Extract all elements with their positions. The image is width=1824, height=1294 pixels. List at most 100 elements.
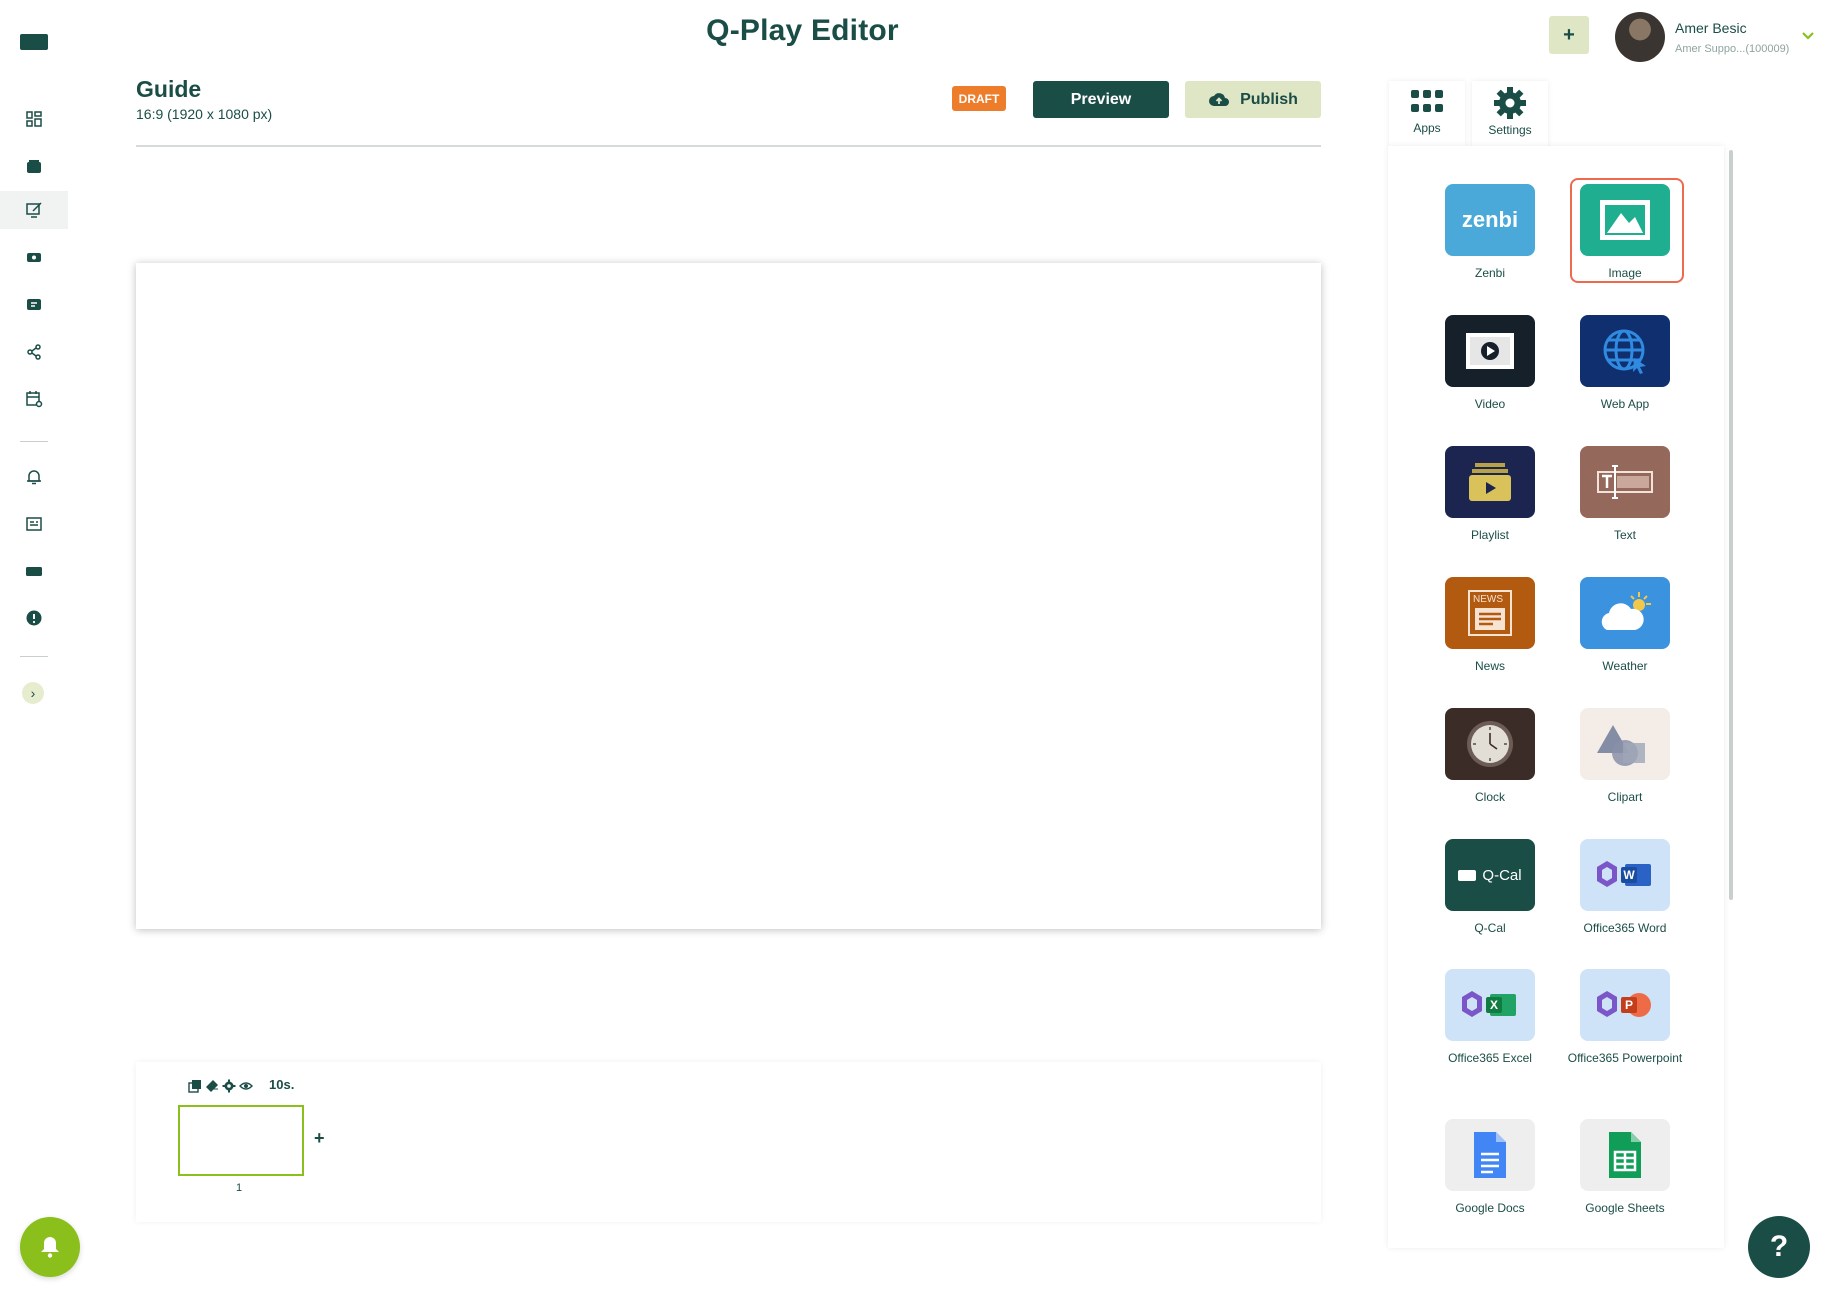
share-icon[interactable] <box>0 333 68 371</box>
globe-icon <box>1580 315 1670 387</box>
duplicate-icon[interactable] <box>188 1079 202 1093</box>
app-weather[interactable]: Weather <box>1565 577 1685 676</box>
tab-label: Settings <box>1488 123 1532 137</box>
app-office365-word[interactable]: W Office365 Word <box>1565 839 1685 938</box>
user-org[interactable]: Amer Suppo...(100009) <box>1675 43 1789 55</box>
svg-text:P: P <box>1625 998 1633 1012</box>
q-cal-icon: Q-Cal <box>1445 839 1535 911</box>
app-clipart[interactable]: Clipart <box>1565 708 1685 807</box>
chevron-down-icon[interactable] <box>1801 28 1815 44</box>
app-label: Playlist <box>1470 528 1509 542</box>
cloud-upload-icon <box>1209 92 1230 106</box>
clock-icon <box>1445 708 1535 780</box>
divider <box>20 441 48 442</box>
zenbi-icon: zenbi <box>1445 184 1535 256</box>
app-zenbi[interactable]: zenbi Zenbi <box>1430 184 1550 283</box>
app-label: Clock <box>1474 790 1505 804</box>
app-office365-excel[interactable]: X Office365 Excel <box>1430 969 1550 1068</box>
app-web-app[interactable]: Web App <box>1565 315 1685 414</box>
status-badge: DRAFT <box>952 86 1006 111</box>
app-q-cal[interactable]: Q-Cal Q-Cal <box>1430 839 1550 938</box>
playlists-icon[interactable] <box>0 285 68 323</box>
scrollbar[interactable] <box>1729 150 1733 900</box>
preview-button[interactable]: Preview <box>1033 81 1169 118</box>
video-icon <box>1445 315 1535 387</box>
apps-panel <box>1388 146 1724 1248</box>
slide-duration[interactable]: 10s. <box>269 1077 294 1092</box>
add-slide-button[interactable]: + <box>314 1128 325 1149</box>
user-name[interactable]: Amer Besic <box>1675 20 1747 36</box>
app-label: Weather <box>1602 659 1648 673</box>
left-sidebar <box>0 0 68 1294</box>
app-label: Video <box>1474 397 1506 411</box>
app-clock[interactable]: Clock <box>1430 708 1550 807</box>
tab-settings[interactable]: Settings <box>1472 81 1548 147</box>
app-label: News <box>1474 659 1505 673</box>
app-video[interactable]: Video <box>1430 315 1550 414</box>
app-label: Text <box>1613 528 1636 542</box>
divider <box>20 656 48 657</box>
app-label: Office365 Excel <box>1448 1051 1532 1065</box>
clipart-icon <box>1580 708 1670 780</box>
slide-number: 1 <box>236 1182 243 1194</box>
google-sheets-icon <box>1580 1119 1670 1191</box>
divider <box>136 145 1321 147</box>
app-label: Clipart <box>1607 790 1643 804</box>
app-google-sheets[interactable]: Google Sheets <box>1565 1119 1685 1218</box>
tab-apps[interactable]: Apps <box>1389 81 1465 147</box>
app-text[interactable]: Text <box>1565 446 1685 545</box>
info-icon[interactable] <box>0 599 68 637</box>
news-logo-text: NEWS <box>1473 594 1503 605</box>
news-icon[interactable] <box>0 505 68 543</box>
alerts-icon[interactable] <box>0 458 68 496</box>
gear-icon[interactable] <box>222 1079 236 1093</box>
app-title: Q-Play Editor <box>706 14 899 47</box>
app-playlist[interactable]: Playlist <box>1430 446 1550 545</box>
word-icon: W <box>1580 839 1670 911</box>
slide-thumbnail[interactable] <box>178 1105 304 1176</box>
bell-icon <box>41 1237 59 1258</box>
excel-icon: X <box>1445 969 1535 1041</box>
avatar[interactable] <box>1615 12 1665 62</box>
eye-icon[interactable] <box>239 1079 253 1093</box>
playlist-icon <box>1445 446 1535 518</box>
app-label: Office365 Powerpoint <box>1567 1051 1683 1065</box>
editor-icon[interactable] <box>0 191 68 229</box>
notifications-button[interactable] <box>20 1217 80 1277</box>
app-news[interactable]: NEWS News <box>1430 577 1550 676</box>
eraser-icon[interactable] <box>205 1079 219 1093</box>
zenbi-logo-text: zenbi <box>1461 207 1519 232</box>
google-docs-icon <box>1445 1119 1535 1191</box>
display-icon[interactable] <box>0 552 68 590</box>
canvas-dimensions: 16:9 (1920 x 1080 px) <box>136 106 273 122</box>
app-label: Google Sheets <box>1585 1201 1665 1215</box>
tab-label: Apps <box>1413 121 1441 135</box>
powerpoint-icon: P <box>1580 969 1670 1041</box>
selected-app-highlight <box>1570 178 1684 283</box>
slide-toolbar <box>188 1079 253 1093</box>
weather-icon <box>1580 577 1670 649</box>
app-label: Q-Cal <box>1474 921 1506 935</box>
app-office365-powerpoint[interactable]: P Office365 Powerpoint <box>1565 969 1685 1068</box>
svg-text:W: W <box>1623 868 1635 882</box>
add-button[interactable]: + <box>1549 16 1589 54</box>
app-google-docs[interactable]: Google Docs <box>1430 1119 1550 1218</box>
grid-icon <box>1411 90 1443 112</box>
app-label: Office365 Word <box>1583 921 1667 935</box>
text-icon <box>1580 446 1670 518</box>
app-label: Zenbi <box>1474 266 1506 280</box>
help-button[interactable]: ? <box>1748 1216 1810 1278</box>
editor-canvas[interactable] <box>136 263 1321 929</box>
svg-text:X: X <box>1490 998 1498 1012</box>
expand-sidebar-icon[interactable]: › <box>22 682 44 704</box>
dashboard-icon[interactable] <box>0 100 68 138</box>
publish-label: Publish <box>1240 90 1298 108</box>
app-label: Google Docs <box>1455 1201 1525 1215</box>
app-label: Web App <box>1600 397 1650 411</box>
publish-button[interactable]: Publish <box>1185 81 1321 118</box>
schedule-icon[interactable] <box>0 380 68 418</box>
page-title: Guide <box>136 76 202 102</box>
media-icon[interactable] <box>0 147 68 185</box>
players-icon[interactable] <box>0 238 68 276</box>
q-cal-logo-text: Q-Cal <box>1482 866 1522 884</box>
